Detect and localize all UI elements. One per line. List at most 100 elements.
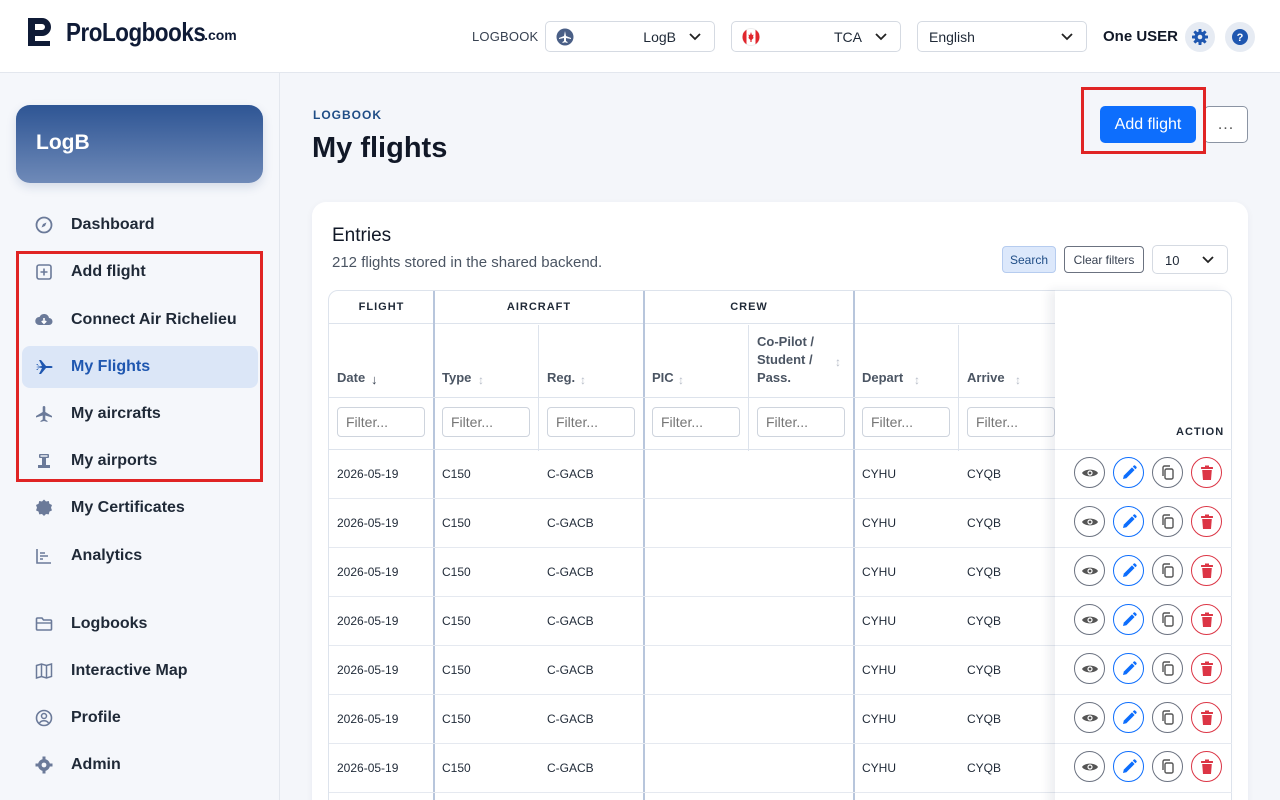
cell-depart: CYHU [862,712,897,726]
view-button[interactable] [1074,604,1105,635]
view-button[interactable] [1074,751,1105,782]
filter-type-input[interactable] [442,407,530,437]
row-divider [1055,547,1232,548]
column-header-copilot[interactable]: Co-Pilot / Student / Pass. ↕ [749,325,854,397]
filter-reg-input[interactable] [547,407,635,437]
logo[interactable]: ProLogbooks .com [26,16,237,48]
delete-button[interactable] [1191,702,1222,733]
cell-type: C150 [442,467,471,481]
delete-button[interactable] [1191,506,1222,537]
sidebar-item-dashboard[interactable]: Dashboard [22,204,258,246]
column-header-depart[interactable]: Depart ↕ [854,325,959,397]
edit-button[interactable] [1113,702,1144,733]
sidebar-item-add-flight[interactable]: Add flight [22,251,258,293]
logbook-card[interactable]: LogB [16,105,263,183]
region-select[interactable]: TCA [731,21,901,52]
sidebar-item-connect-air-richelieu[interactable]: Connect Air Richelieu [22,299,258,341]
logbook-select[interactable]: LogB [545,21,715,52]
column-header-date[interactable]: Date ↓ [329,325,434,397]
cell-depart: CYHU [862,565,897,579]
delete-button[interactable] [1191,555,1222,586]
sidebar-item-admin[interactable]: Admin [22,744,258,786]
duplicate-button[interactable] [1152,702,1183,733]
column-header-reg[interactable]: Reg. ↕ [539,325,644,397]
edit-button[interactable] [1113,653,1144,684]
view-button[interactable] [1074,506,1105,537]
add-flight-button[interactable]: Add flight [1100,106,1196,143]
column-header-type[interactable]: Type ↕ [434,325,539,397]
filter-pic-input[interactable] [652,407,740,437]
view-button[interactable] [1074,555,1105,586]
edit-button[interactable] [1113,555,1144,586]
column-header-arrive[interactable]: Arrive ↕ [959,325,1064,397]
sidebar-item-interactive-map[interactable]: Interactive Map [22,650,258,692]
cell-type: C150 [442,761,471,775]
plus-square-icon [36,264,52,280]
view-button[interactable] [1074,702,1105,733]
duplicate-button[interactable] [1152,653,1183,684]
chevron-down-icon [875,33,887,41]
settings-button[interactable] [1185,22,1215,52]
copy-icon [1159,758,1177,776]
copy-icon [1159,562,1177,580]
edit-button[interactable] [1113,751,1144,782]
badge-icon [36,499,52,516]
entries-title: Entries [332,225,392,246]
sidebar-item-analytics[interactable]: Analytics [22,535,258,577]
more-options-button[interactable]: ... [1204,106,1248,143]
cell-date: 2026-05-19 [337,614,399,628]
edit-button[interactable] [1113,604,1144,635]
duplicate-button[interactable] [1152,555,1183,586]
view-button[interactable] [1074,457,1105,488]
duplicate-button[interactable] [1152,604,1183,635]
delete-button[interactable] [1191,751,1222,782]
eye-icon [1081,709,1099,727]
pencil-icon [1120,513,1138,531]
delete-button[interactable] [1191,457,1222,488]
help-button[interactable]: ? [1225,22,1255,52]
delete-button[interactable] [1191,653,1222,684]
duplicate-button[interactable] [1152,506,1183,537]
sidebar-item-logbooks[interactable]: Logbooks [22,603,258,645]
sidebar-item-my-flights[interactable]: My Flights [22,346,258,388]
user-name[interactable]: One USER [1103,28,1178,45]
sidebar-item-label: My Certificates [71,499,185,516]
map-icon [35,662,53,680]
duplicate-button[interactable] [1152,751,1183,782]
edit-button[interactable] [1113,457,1144,488]
eye-icon [1081,611,1099,629]
column-header-pic[interactable]: PIC ↕ [644,325,749,397]
duplicate-button[interactable] [1152,457,1183,488]
filter-date-input[interactable] [337,407,425,437]
sidebar-item-my-airports[interactable]: My airports [22,440,258,482]
sidebar-item-label: My airports [71,452,158,469]
sidebar-item-label: Analytics [71,547,143,564]
pencil-icon [1120,709,1138,727]
delete-button[interactable] [1191,604,1222,635]
clear-filters-button[interactable]: Clear filters [1064,246,1144,273]
sidebar-item-label: My Flights [71,358,151,375]
column-label: Reg. [547,370,576,385]
airport-icon [38,454,50,468]
cloud-download-icon [35,313,53,325]
filter-copilot-input[interactable] [757,407,845,437]
sidebar-item-profile[interactable]: Profile [22,697,258,739]
chevron-down-icon [689,33,701,41]
sidebar-item-my-certificates[interactable]: My Certificates [22,487,258,529]
folder-icon [35,617,53,631]
language-select[interactable]: English [917,21,1087,52]
cell-arrive: CYQB [967,614,1002,628]
view-button[interactable] [1074,653,1105,684]
cell-type: C150 [442,712,471,726]
edit-button[interactable] [1113,506,1144,537]
filter-depart-input[interactable] [862,407,950,437]
top-bar: ProLogbooks .com LOGBOOK LogB TCA Englis… [0,0,1280,73]
filter-arrive-input[interactable] [967,407,1055,437]
column-label: Co-Pilot / Student / Pass. [757,333,814,387]
page-size-select[interactable]: 10 [1152,245,1228,274]
sidebar-item-my-aircrafts[interactable]: My aircrafts [22,393,258,435]
search-button[interactable]: Search [1002,246,1056,273]
row-divider [1055,449,1232,450]
cell-reg: C-GACB [547,565,594,579]
chevron-down-icon [1061,33,1073,41]
